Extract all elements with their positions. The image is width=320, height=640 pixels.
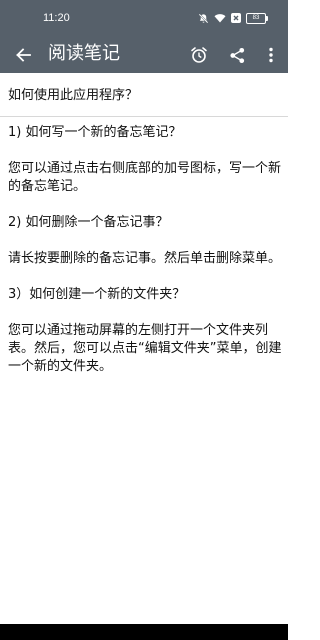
share-button[interactable] bbox=[224, 42, 250, 68]
alarm-icon bbox=[191, 47, 207, 63]
answer-2: 请长按要删除的备忘记事。然后单击删除菜单。 bbox=[8, 251, 282, 266]
question-2: 2) 如何删除一个备忘记事？ bbox=[8, 215, 169, 230]
x-icon bbox=[231, 13, 241, 23]
note-title: 如何使用此应用程序？ bbox=[0, 73, 288, 117]
page-title: 阅读笔记 bbox=[48, 43, 120, 64]
more-options-button[interactable] bbox=[258, 42, 284, 68]
question-3: 3）如何创建一个新的文件夹？ bbox=[8, 287, 186, 302]
battery-icon: 83 bbox=[246, 12, 268, 24]
note-body: 1) 如何写一个新的备忘笔记？ 您可以通过点击右侧底部的加号图标，写一个新的备忘… bbox=[8, 124, 282, 394]
system-navigation-bar bbox=[0, 624, 288, 640]
more-vert-icon bbox=[269, 47, 273, 63]
alarm-button[interactable] bbox=[186, 42, 212, 68]
back-arrow-icon bbox=[16, 48, 31, 62]
wifi-icon bbox=[214, 13, 226, 23]
mute-icon bbox=[198, 13, 209, 24]
app-bar: 阅读笔记 bbox=[0, 36, 288, 73]
answer-3: 您可以通过拖动屏幕的左侧打开一个文件夹列表。然后，您可以点击“编辑文件夹”菜单，… bbox=[8, 323, 282, 374]
status-icons: 83 bbox=[198, 11, 268, 25]
question-1: 1) 如何写一个新的备忘笔记？ bbox=[8, 125, 182, 140]
answer-1: 您可以通过点击右侧底部的加号图标，写一个新的备忘笔记。 bbox=[8, 161, 282, 194]
status-time: 11:20 bbox=[43, 12, 70, 24]
status-bar: 11:20 83 bbox=[0, 0, 288, 36]
share-icon bbox=[229, 47, 244, 63]
back-button[interactable] bbox=[10, 42, 36, 68]
